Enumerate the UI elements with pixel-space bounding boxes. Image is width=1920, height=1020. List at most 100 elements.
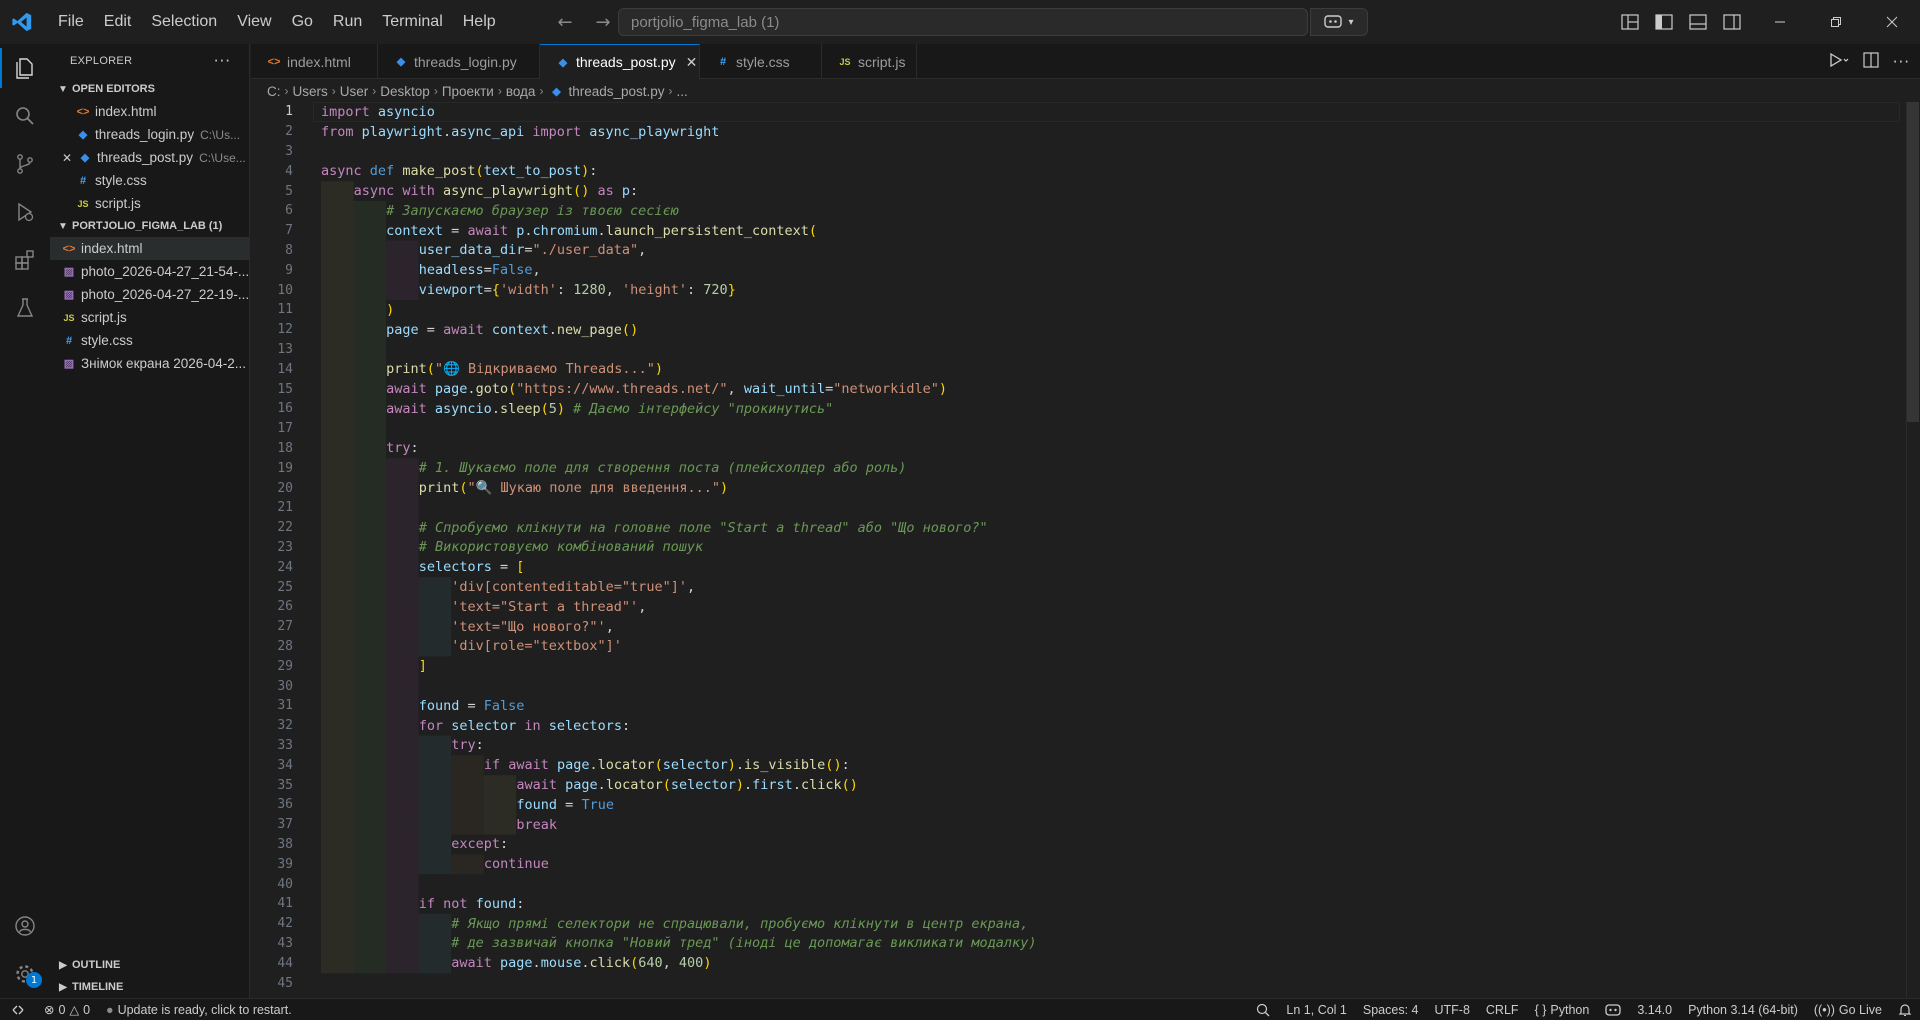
indentation-setting[interactable]: Spaces: 4 [1355,1003,1427,1017]
code-line: 15 await page.goto("https://www.threads.… [251,379,1901,399]
open-editor-item[interactable]: <> index.html [50,100,249,123]
extensions-icon[interactable] [0,236,50,284]
breadcrumb-item[interactable]: ... [677,84,688,99]
tab-label: script.js [858,53,906,70]
breadcrumb-item[interactable]: Desktop [380,84,430,99]
tab-script-js[interactable]: JS script.js [822,44,917,79]
code-text: headless=False, [418,262,541,279]
source-control-icon[interactable] [0,140,50,188]
code-line: 2 from playwright.async_api import async_… [251,122,1901,142]
file-tree-item[interactable]: <> index.html [50,237,249,260]
code-line: 44 await page.mouse.click(640, 400) [251,953,1901,973]
tab-index-html[interactable]: <> index.html [251,44,378,79]
toggle-panel-icon[interactable] [1686,10,1710,34]
python-interpreter[interactable]: Python 3.14 (64-bit) [1680,1003,1806,1017]
run-python-file-icon[interactable] [1829,52,1849,72]
outline-section-header[interactable]: ▶ OUTLINE [50,954,250,976]
code-line: 9 headless=False, [251,260,1901,280]
go-live-button[interactable]: ((•)) Go Live [1806,1003,1890,1017]
menu-selection[interactable]: Selection [141,0,227,44]
close-icon[interactable]: ✕ [60,151,74,165]
code-line: 45 [251,973,1901,993]
code-line: 28 'div[role="textbox"]' [251,637,1901,657]
breadcrumb-item[interactable]: Проекти [442,84,494,99]
more-actions-icon[interactable]: ··· [1893,53,1910,71]
breadcrumb-item[interactable]: User [340,84,369,99]
code-line: 13 [251,340,1901,360]
tab-style-css[interactable]: # style.css [700,44,822,79]
breadcrumb-item[interactable]: threads_post.py [568,84,664,99]
python-version[interactable]: 3.14.0 [1629,1003,1680,1017]
tab-threads-login-py[interactable]: ◆ threads_login.py [378,44,540,79]
command-center-search[interactable]: portjolio_figma_lab (1) [618,8,1308,36]
line-number: 22 [277,520,293,536]
language-mode[interactable]: { } Python [1527,1003,1598,1017]
more-actions-icon[interactable]: ··· [214,52,231,70]
line-ending-setting[interactable]: CRLF [1478,1003,1527,1017]
close-window-icon[interactable] [1864,0,1920,44]
explorer-icon[interactable] [0,44,50,92]
file-tree-item[interactable]: ▨ Знімок екрана 2026-04-2... [50,352,249,375]
forward-arrow-icon[interactable]: → [591,10,615,34]
file-tree-item[interactable]: # style.css [50,329,249,352]
remote-indicator-icon[interactable] [0,999,36,1020]
tab-threads-post-py[interactable]: ◆ threads_post.py ✕ [540,44,700,79]
menu-go[interactable]: Go [282,0,323,44]
dot-icon: ● [106,1002,114,1017]
line-number: 34 [277,757,293,773]
menu-edit[interactable]: Edit [94,0,142,44]
file-name: style.css [95,173,147,188]
image-file-icon: ▨ [63,358,75,370]
copilot-button[interactable]: ▾ [1310,8,1368,36]
cursor-position[interactable]: Ln 1, Col 1 [1278,1003,1354,1017]
manage-gear-icon[interactable]: 1 [0,950,50,998]
back-arrow-icon[interactable]: ← [553,10,577,34]
notifications-bell-icon[interactable] [1890,1003,1920,1017]
chevron-right-icon: ▶ [59,981,67,993]
folder-section-header[interactable]: ▼ PORTJOLIO_FIGMA_LAB (1) [50,215,249,237]
code-line: 8 user_data_dir="./user_data", [251,241,1901,261]
copilot-status-icon[interactable] [1597,1003,1629,1017]
run-and-debug-icon[interactable] [0,188,50,236]
breadcrumb-item[interactable]: вода [506,84,536,99]
encoding-setting[interactable]: UTF-8 [1426,1003,1477,1017]
timeline-section-header[interactable]: ▶ TIMELINE [50,976,250,998]
update-notification[interactable]: ● Update is ready, click to restart. [98,1003,300,1017]
navigation-arrows: ← → [553,10,615,34]
minimize-icon[interactable] [1752,0,1808,44]
open-editor-item[interactable]: JS script.js [50,192,249,215]
open-editors-section-header[interactable]: ▼ OPEN EDITORS [50,78,249,100]
file-tree-item[interactable]: ▨ photo_2026-04-27_22-19-... [50,283,249,306]
code-line: 14 print("🌐 Відкриваємо Threads...") [251,359,1901,379]
open-editor-item[interactable]: ◆ threads_login.py C:\Us... [50,123,249,146]
problems-indicator[interactable]: ⊗ 0 △ 0 [36,1002,98,1018]
customize-layout-icon[interactable] [1618,10,1642,34]
split-editor-icon[interactable] [1863,52,1879,72]
search-icon[interactable] [0,92,50,140]
tab-label: style.css [736,53,790,70]
toggle-secondary-sidebar-icon[interactable] [1720,10,1744,34]
open-editor-item[interactable]: # style.css [50,169,249,192]
menu-run[interactable]: Run [323,0,372,44]
zoom-icon[interactable] [1248,1003,1278,1017]
accounts-icon[interactable] [0,902,50,950]
window-controls [1752,0,1920,44]
code-editor[interactable]: 1 import asyncio 2 from playwright.async_ap… [251,102,1920,998]
restore-icon[interactable] [1808,0,1864,44]
breadcrumb-item[interactable]: Users [293,84,328,99]
scrollbar-thumb[interactable] [1907,102,1919,422]
close-tab-icon[interactable]: ✕ [686,54,698,71]
file-tree-item[interactable]: ▨ photo_2026-04-27_21-54-... [50,260,249,283]
menu-help[interactable]: Help [453,0,506,44]
open-editor-item[interactable]: ✕ ◆ threads_post.py C:\Use... [50,146,249,169]
toggle-primary-sidebar-icon[interactable] [1652,10,1676,34]
file-tree-item[interactable]: JS script.js [50,306,249,329]
line-number: 17 [277,421,293,437]
menu-view[interactable]: View [227,0,281,44]
menu-file[interactable]: File [48,0,94,44]
vertical-scrollbar[interactable] [1906,102,1920,998]
js-file-icon: JS [63,312,75,323]
breadcrumb-item[interactable]: C: [267,84,281,99]
menu-terminal[interactable]: Terminal [372,0,452,44]
testing-flask-icon[interactable] [0,284,50,332]
